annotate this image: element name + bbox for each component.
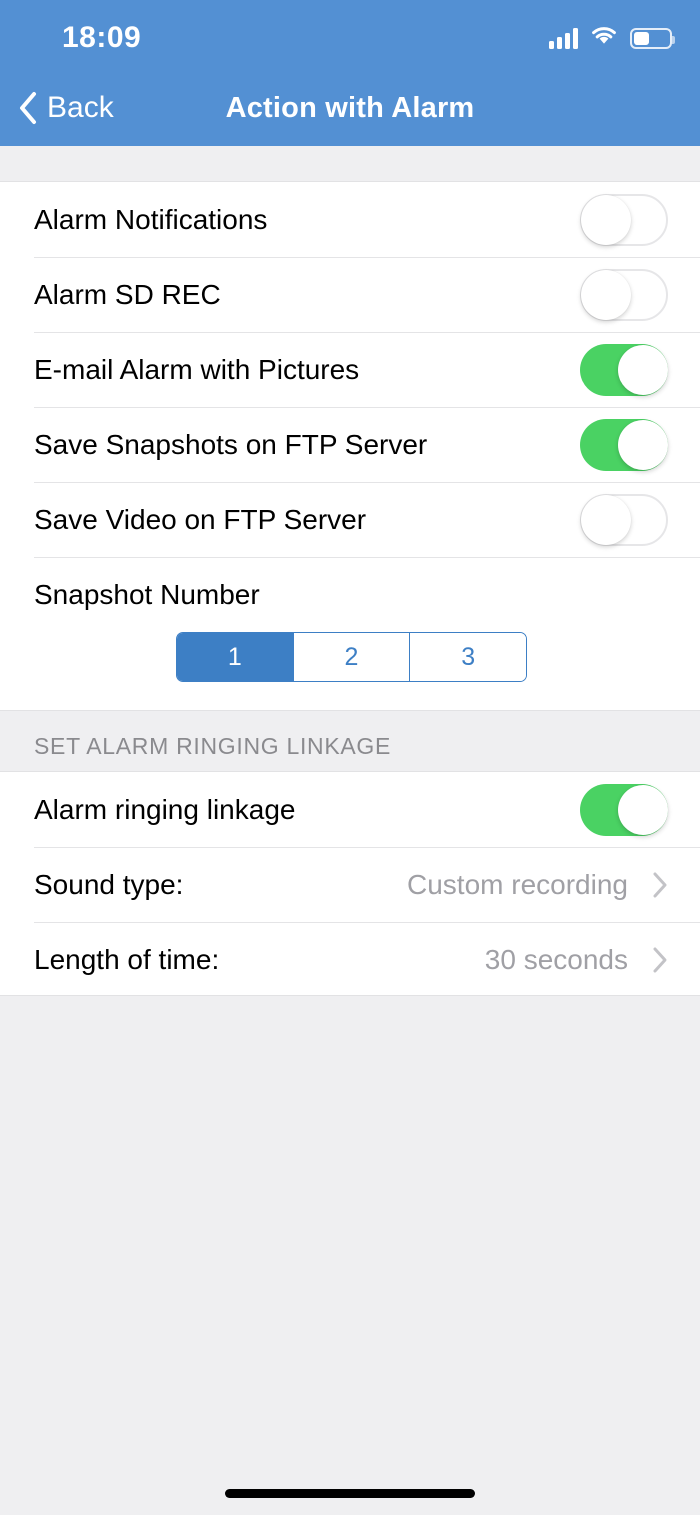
toggle-save-snapshots-on-ftp-server[interactable] xyxy=(580,418,668,471)
wifi-icon xyxy=(590,25,618,52)
row-label: Alarm ringing linkage xyxy=(34,793,296,825)
section-header-set-alarm-ringing-linkage: SET ALARM RINGING LINKAGE xyxy=(0,710,700,772)
battery-icon xyxy=(630,27,675,49)
row-value-length-of-time: 30 seconds xyxy=(484,943,628,975)
row-label: Save Video on FTP Server xyxy=(34,503,367,535)
battery-fill xyxy=(634,31,650,45)
toggle-knob xyxy=(581,269,631,320)
toggle-email-alarm-with-pictures[interactable] xyxy=(580,343,668,396)
segment-option-2[interactable]: 2 xyxy=(292,633,410,681)
toggle-knob xyxy=(618,344,668,395)
toggle-alarm-sd-rec[interactable] xyxy=(580,268,668,321)
row-label: Length of time: xyxy=(34,943,220,975)
row-alarm-ringing-linkage[interactable]: Alarm ringing linkage xyxy=(0,772,700,847)
app-header: 18:09 Back Action with Alarm xyxy=(0,0,700,146)
toggle-save-video-on-ftp-server[interactable] xyxy=(580,493,668,546)
row-sound-type[interactable]: Sound type: Custom recording xyxy=(0,847,700,922)
row-label: Alarm Notifications xyxy=(34,203,268,235)
chevron-right-icon xyxy=(653,872,667,897)
phone-screen: 18:09 Back Action with Alarm Alarm Notif… xyxy=(0,0,700,1515)
header-content-gap xyxy=(0,146,700,182)
row-value-sound-type: Custom recording xyxy=(407,868,628,900)
status-bar-time: 18:09 xyxy=(62,21,142,54)
section-header-label: SET ALARM RINGING LINKAGE xyxy=(34,733,392,759)
snapshot-number-segmented-control[interactable]: 1 2 3 xyxy=(176,632,527,682)
row-label: Save Snapshots on FTP Server xyxy=(34,428,428,460)
toggle-alarm-ringing-linkage[interactable] xyxy=(580,783,668,836)
row-alarm-notifications[interactable]: Alarm Notifications xyxy=(0,182,700,257)
empty-content-area xyxy=(0,996,700,1515)
row-label: Snapshot Number xyxy=(34,578,260,610)
row-label: Alarm SD REC xyxy=(34,278,221,310)
settings-group-alarm-actions: Alarm Notifications Alarm SD REC E-mail … xyxy=(0,182,700,710)
row-label: Sound type: xyxy=(34,868,184,900)
status-bar-icons xyxy=(549,24,675,52)
toggle-knob xyxy=(618,784,668,835)
row-save-video-on-ftp-server[interactable]: Save Video on FTP Server xyxy=(0,482,700,557)
toggle-knob xyxy=(581,194,631,245)
toggle-alarm-notifications[interactable] xyxy=(580,193,668,246)
home-indicator[interactable] xyxy=(225,1489,475,1498)
row-label: E-mail Alarm with Pictures xyxy=(34,353,360,385)
toggle-knob xyxy=(581,494,631,545)
row-length-of-time[interactable]: Length of time: 30 seconds xyxy=(0,922,700,997)
row-alarm-sd-rec[interactable]: Alarm SD REC xyxy=(0,257,700,332)
row-save-snapshots-on-ftp-server[interactable]: Save Snapshots on FTP Server xyxy=(0,407,700,482)
page-title: Action with Alarm xyxy=(225,91,475,124)
cellular-signal-icon xyxy=(549,27,578,49)
status-bar: 18:09 xyxy=(0,0,700,70)
toggle-knob xyxy=(618,419,668,470)
segment-option-1[interactable]: 1 xyxy=(177,633,293,681)
chevron-right-icon xyxy=(653,947,667,972)
row-email-alarm-with-pictures[interactable]: E-mail Alarm with Pictures xyxy=(0,332,700,407)
settings-group-alarm-ringing-linkage: Alarm ringing linkage Sound type: Custom… xyxy=(0,772,700,996)
row-snapshot-number: Snapshot Number xyxy=(0,557,700,632)
snapshot-number-control-row: 1 2 3 xyxy=(0,632,700,717)
segment-option-3[interactable]: 3 xyxy=(409,633,526,681)
navigation-bar: Back Action with Alarm xyxy=(0,70,700,146)
